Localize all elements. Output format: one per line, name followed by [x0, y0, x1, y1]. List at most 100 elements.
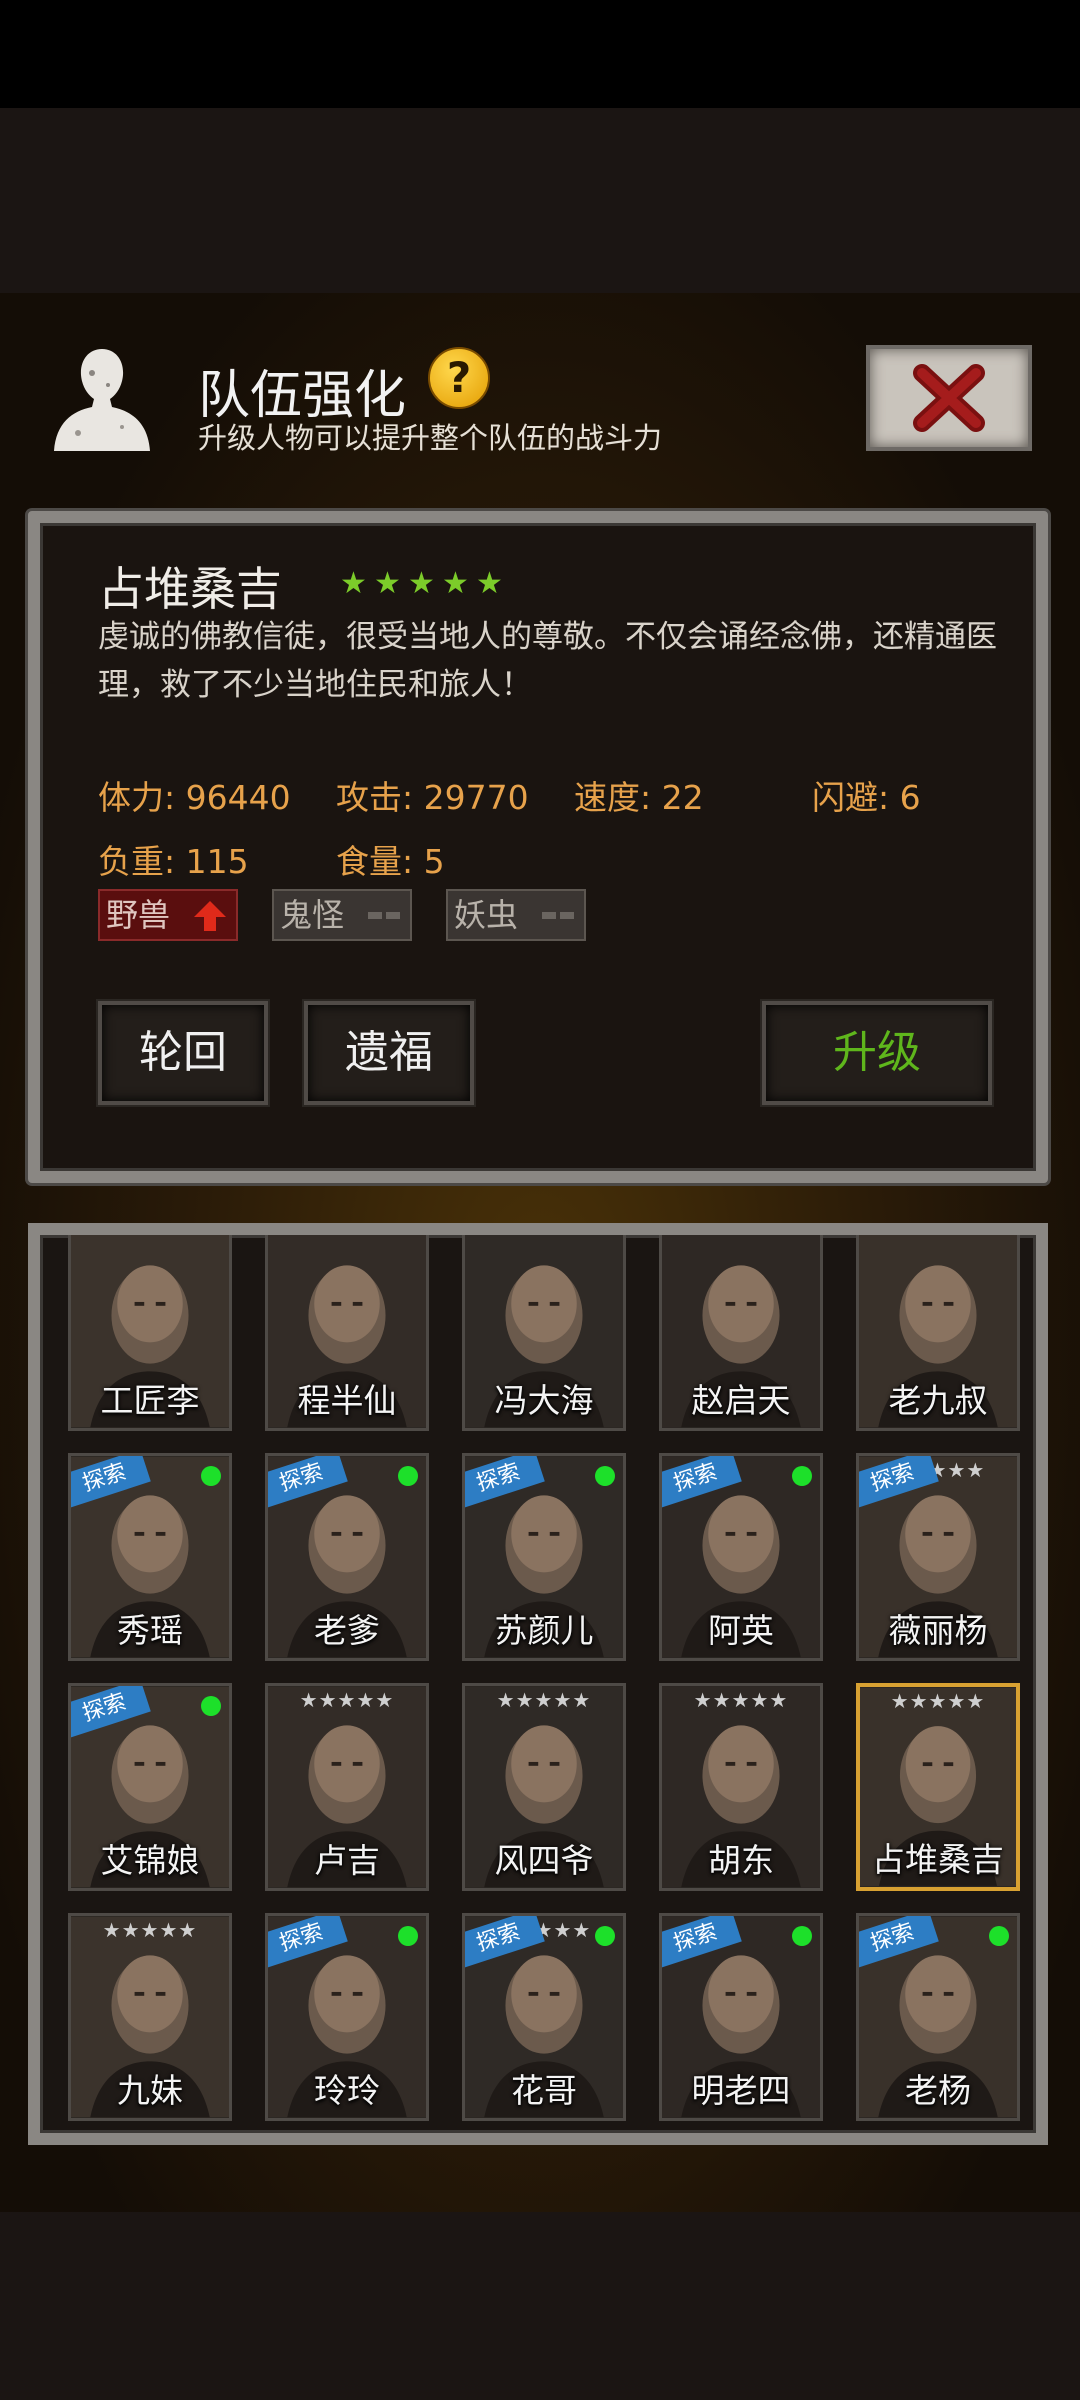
roster-card-name: 占堆桑吉 [872, 1840, 1004, 1879]
roster-card[interactable]: ★★★★★ 探索 花哥 [462, 1913, 626, 2121]
online-status-dot [989, 1926, 1009, 1946]
dash-icon [542, 912, 556, 919]
roster-card-name: 老杨 [905, 2071, 971, 2110]
roster-card-name: 老九叔 [888, 1381, 988, 1420]
roster-card[interactable]: 老九叔 [856, 1235, 1020, 1431]
roster-card[interactable]: ★★★★★ 风四爷 [462, 1683, 626, 1891]
online-status-dot [595, 1466, 615, 1486]
dash-icon [368, 912, 382, 919]
roster-card[interactable]: ★★★★★探索 [68, 2143, 232, 2145]
card-star-rating: ★★★★★ [102, 1918, 198, 1942]
tag-beast: 野兽 [98, 889, 238, 941]
tag-label: 鬼怪 [280, 896, 345, 934]
online-status-dot [201, 1466, 221, 1486]
explore-ribbon: 探索 [659, 2143, 742, 2145]
explore-ribbon: 探索 [856, 2143, 939, 2145]
star-icon: ★ [340, 566, 367, 601]
roster-card[interactable]: 探索 老爹 [265, 1453, 429, 1661]
card-star-rating: ★★★★★ [299, 1688, 395, 1712]
help-icon[interactable]: ? [428, 347, 490, 409]
roster-card-name: 玲玲 [314, 2071, 380, 2110]
roster-card-name: 胡东 [708, 1841, 774, 1880]
roster-card[interactable]: 探索 玲玲 [265, 1913, 429, 2121]
team-upgrade-dialog: 队伍强化 ? 升级人物可以提升整个队伍的战斗力 占堆桑吉 ★ ★ ★ ★ ★ 虔… [0, 293, 1080, 2212]
roster-card-name: 花哥 [511, 2071, 577, 2110]
roster-card-name: 老爹 [314, 1611, 380, 1650]
tag-insect: 妖虫 [446, 889, 586, 941]
roster-card[interactable]: 赵启天 [659, 1235, 823, 1431]
hero-star-rating: ★ ★ ★ ★ ★ [340, 569, 506, 599]
roster-card[interactable]: 探索 苏颜儿 [462, 1453, 626, 1661]
star-icon: ★ [408, 566, 435, 601]
dash-icon [560, 912, 574, 919]
status-bar [0, 0, 1080, 108]
roster-card[interactable]: 探索 [265, 2143, 429, 2145]
star-icon: ★ [374, 566, 401, 601]
roster-card-name: 九妹 [117, 2071, 183, 2110]
roster-card[interactable]: ★★★★★ 卢吉 [265, 1683, 429, 1891]
roster-card[interactable]: 探索 明老四 [659, 1913, 823, 2121]
roster-card[interactable]: ★★★★★ 九妹 [68, 1913, 232, 2121]
roster-card-name: 秀瑶 [117, 1611, 183, 1650]
roster-card[interactable]: ★★★★★ 探索 薇丽杨 [856, 1453, 1020, 1661]
roster-card[interactable]: 探索 老杨 [856, 1913, 1020, 2121]
bottom-spacer [0, 2212, 1080, 2400]
legacy-button[interactable]: 遗福 [302, 999, 476, 1107]
roster-panel[interactable]: 工匠李 程半仙 冯大海 赵启天 老九叔 探索 秀瑶 探索 老爹 探索 苏颜儿 探索 阿英 ★★★★★ 探索薇… [28, 1223, 1048, 2145]
roster-card[interactable]: 探索 [659, 2143, 823, 2145]
explore-ribbon: 探索 [462, 2143, 545, 2145]
online-status-dot [792, 1466, 812, 1486]
stat-attack: 攻击: 29770 [336, 778, 529, 817]
close-button[interactable] [866, 345, 1032, 451]
roster-card[interactable]: 冯大海 [462, 1235, 626, 1431]
tag-ghost: 鬼怪 [272, 889, 412, 941]
roster-card[interactable]: 程半仙 [265, 1235, 429, 1431]
roster-card[interactable]: ★★★★★ 占堆桑吉 [856, 1683, 1020, 1891]
star-icon: ★ [476, 566, 503, 601]
hero-info-panel: 占堆桑吉 ★ ★ ★ ★ ★ 虔诚的佛教信徒，很受当地人的尊敬。不仅会诵经念佛，… [28, 511, 1048, 1183]
roster-card-name: 程半仙 [297, 1381, 397, 1420]
online-status-dot [398, 1926, 418, 1946]
online-status-dot [595, 1926, 615, 1946]
roster-card-name: 薇丽杨 [888, 1611, 988, 1650]
roster-card[interactable]: 探索 [462, 2143, 626, 2145]
top-spacer [0, 108, 1080, 293]
roster-card-name: 明老四 [691, 2071, 791, 2110]
stat-food: 食量: 5 [336, 842, 445, 881]
hero-name: 占堆桑吉 [98, 562, 282, 616]
star-icon: ★ [442, 566, 469, 601]
tag-label: 野兽 [106, 896, 171, 934]
tag-label: 妖虫 [454, 896, 519, 934]
stat-speed: 速度: 22 [574, 778, 704, 817]
online-status-dot [201, 1696, 221, 1716]
roster-card[interactable]: 探索 艾锦娘 [68, 1683, 232, 1891]
card-star-rating: ★★★★★ [496, 1688, 592, 1712]
online-status-dot [398, 1466, 418, 1486]
explore-ribbon: 探索 [68, 2143, 151, 2145]
roster-card-name: 风四爷 [494, 1841, 594, 1880]
roster-card-name: 阿英 [708, 1611, 774, 1650]
roster-card-name: 赵启天 [691, 1381, 791, 1420]
dash-icon [386, 912, 400, 919]
online-status-dot [792, 1926, 812, 1946]
close-icon [913, 364, 985, 432]
roster-card-name: 冯大海 [494, 1381, 594, 1420]
arrow-up-icon [194, 901, 226, 931]
roster-card[interactable]: 探索 秀瑶 [68, 1453, 232, 1661]
card-star-rating: ★★★★★ [890, 1689, 986, 1713]
stat-hp: 体力: 96440 [98, 778, 291, 817]
card-star-rating: ★★★★★ [693, 1688, 789, 1712]
roster-card-name: 艾锦娘 [100, 1841, 200, 1880]
roster-card[interactable]: ★★★★★ 胡东 [659, 1683, 823, 1891]
roster-card[interactable]: 工匠李 [68, 1235, 232, 1431]
roster-card-name: 工匠李 [100, 1381, 200, 1420]
upgrade-button[interactable]: 升级 [760, 999, 994, 1107]
hero-description: 虔诚的佛教信徒，很受当地人的尊敬。不仅会诵经念佛，还精通医理，救了不少当地住民和… [98, 619, 997, 703]
stat-load: 负重: 115 [98, 842, 249, 881]
dialog-subtitle: 升级人物可以提升整个队伍的战斗力 [198, 421, 663, 455]
roster-card[interactable]: 探索 [856, 2143, 1020, 2145]
roster-card[interactable]: 探索 阿英 [659, 1453, 823, 1661]
stat-dodge: 闪避: 6 [812, 778, 921, 817]
explore-ribbon: 探索 [265, 2143, 348, 2145]
reincarnation-button[interactable]: 轮回 [96, 999, 270, 1107]
